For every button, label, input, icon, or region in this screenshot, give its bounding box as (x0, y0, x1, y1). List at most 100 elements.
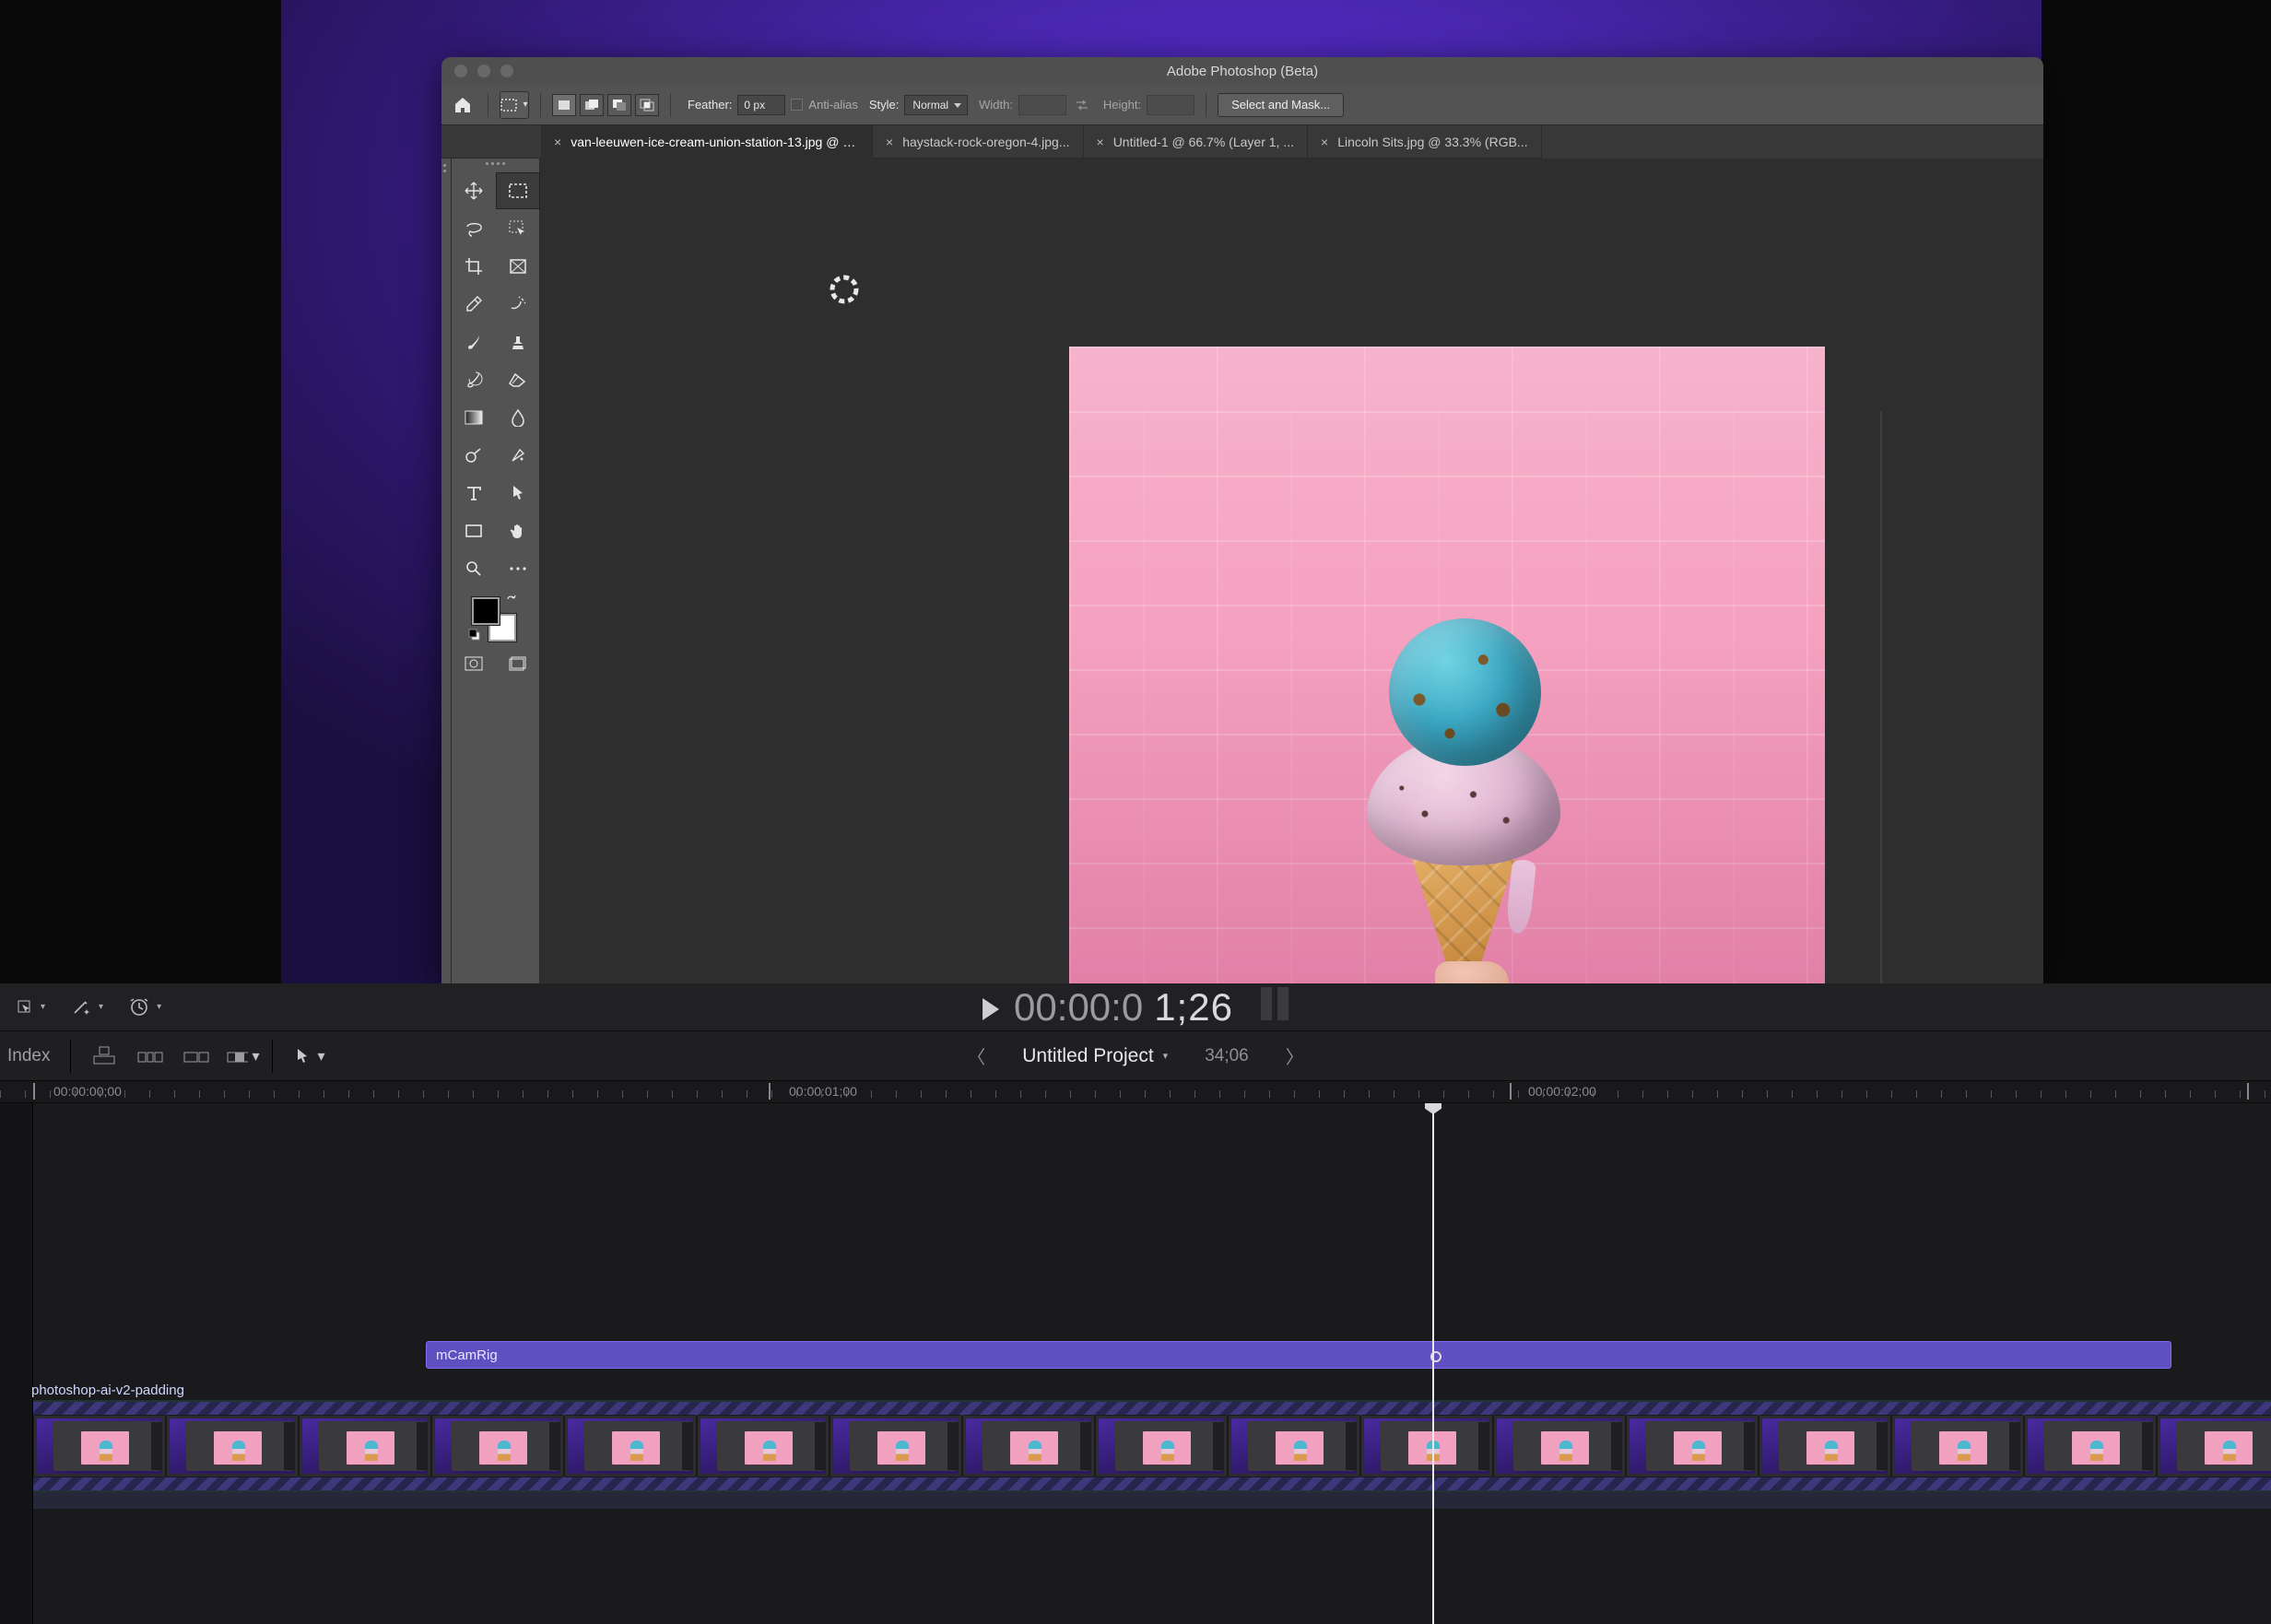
document-tab[interactable]: × van-leeuwen-ice-cream-union-station-13… (541, 125, 873, 159)
frame-tool[interactable] (496, 248, 540, 285)
style-value: Normal (912, 99, 948, 112)
selection-new-icon (558, 100, 571, 111)
move-tool[interactable] (452, 172, 496, 209)
window-zoom-icon[interactable] (500, 65, 513, 77)
close-tab-icon[interactable]: × (1321, 135, 1328, 149)
gradient-tool[interactable] (452, 399, 496, 436)
blur-tool[interactable] (496, 399, 540, 436)
dodge-icon (464, 446, 484, 465)
panel-rail[interactable] (441, 159, 452, 983)
height-input[interactable] (1147, 95, 1194, 115)
selection-add-button[interactable] (580, 94, 604, 116)
append-clip-button[interactable] (180, 1041, 213, 1071)
style-select[interactable]: Normal (904, 95, 968, 115)
swap-colors-icon[interactable] (505, 594, 520, 608)
rectangle-icon (465, 524, 483, 538)
insert-icon (136, 1047, 164, 1065)
selection-new-button[interactable] (552, 94, 576, 116)
clip-thumbnail (2157, 1415, 2271, 1477)
insert-clip-button[interactable] (134, 1041, 167, 1071)
prev-edit-button[interactable]: 〈 (967, 1042, 985, 1069)
timeline-ruler[interactable]: 00:00:00;0000:00:01;0000:00:02;00 (0, 1081, 2271, 1103)
rectangle-tool[interactable] (452, 512, 496, 549)
document-tab[interactable]: × Untitled-1 @ 66.7% (Layer 1, ... (1084, 125, 1309, 159)
play-button[interactable] (983, 998, 999, 1020)
close-tab-icon[interactable]: × (1097, 135, 1104, 149)
brush-tool[interactable] (452, 324, 496, 360)
project-name-button[interactable]: Untitled Project ▾ (1022, 1045, 1168, 1067)
window-minimize-icon[interactable] (477, 65, 490, 77)
tool-menu-2[interactable]: ▾ (64, 994, 111, 1020)
timeline-header: Index ▾ ▾ 〈 Untitled Project (0, 1031, 2271, 1081)
options-bar: ▾ Feathe (441, 85, 2043, 125)
quick-mask-button[interactable] (452, 650, 496, 677)
overwrite-clip-button[interactable]: ▾ (226, 1041, 259, 1071)
timeline-select-tool[interactable]: ▾ (295, 1047, 324, 1065)
timeline-clip-video[interactable] (33, 1400, 2271, 1492)
more-tools[interactable] (496, 550, 540, 587)
connect-clip-button[interactable] (88, 1041, 121, 1071)
loading-cursor-icon (826, 271, 863, 308)
selection-mode-group (552, 94, 659, 116)
select-and-mask-button[interactable]: Select and Mask... (1218, 93, 1344, 117)
next-edit-button[interactable]: 〉 (1286, 1042, 1304, 1069)
clip-thumbnail (1493, 1415, 1626, 1477)
tool-menu-1[interactable]: ▾ (9, 995, 53, 1019)
hand-tool[interactable] (496, 512, 540, 549)
timeline-playhead[interactable] (1432, 1103, 1434, 1624)
timeline-clip-mcamrig[interactable]: mCamRig (426, 1341, 2171, 1369)
screen-mode-button[interactable] (496, 650, 540, 677)
window-controls[interactable] (454, 65, 513, 77)
width-label: Width: (979, 98, 1013, 112)
path-selection-tool[interactable] (496, 475, 540, 512)
timecode-main: 1;26 (1154, 985, 1233, 1030)
crop-tool[interactable] (452, 248, 496, 285)
timeline-audio-placeholder[interactable] (33, 1492, 2271, 1509)
brush-icon (465, 333, 483, 351)
pen-tool[interactable] (496, 437, 540, 474)
clip-label: mCamRig (436, 1347, 498, 1363)
eyedropper-tool[interactable] (452, 286, 496, 323)
close-tab-icon[interactable]: × (886, 135, 893, 149)
clip-connect-buttons: ▾ (88, 1041, 259, 1071)
color-swatches (466, 594, 525, 643)
selection-intersect-button[interactable] (635, 94, 659, 116)
foreground-color-swatch[interactable] (472, 597, 500, 625)
lasso-icon (464, 219, 484, 238)
photoshop-titlebar[interactable]: Adobe Photoshop (Beta) (441, 57, 2043, 85)
object-selection-tool[interactable] (496, 210, 540, 247)
tool-menu-3[interactable]: ▾ (122, 994, 169, 1021)
antialias-checkbox[interactable]: Anti-alias (791, 98, 857, 112)
type-tool[interactable] (452, 475, 496, 512)
document-canvas[interactable] (1069, 347, 1825, 983)
panel-grip-icon[interactable] (477, 162, 514, 168)
canvas-area[interactable] (540, 159, 2043, 983)
zoom-tool[interactable] (452, 550, 496, 587)
window-close-icon[interactable] (454, 65, 467, 77)
chevron-down-icon: ▾ (99, 1002, 103, 1012)
feather-input[interactable] (737, 95, 785, 115)
dodge-tool[interactable] (452, 437, 496, 474)
zoom-icon (465, 559, 483, 578)
close-tab-icon[interactable]: × (554, 135, 561, 149)
lasso-tool[interactable] (452, 210, 496, 247)
current-tool-indicator[interactable]: ▾ (500, 91, 529, 119)
home-button[interactable] (449, 91, 477, 119)
clone-stamp-tool[interactable] (496, 324, 540, 360)
default-colors-icon[interactable] (468, 629, 481, 641)
width-input[interactable] (1018, 95, 1066, 115)
eraser-tool[interactable] (496, 361, 540, 398)
timeline-index-button[interactable]: Index (0, 1046, 70, 1066)
type-icon (465, 485, 482, 501)
remove-tool[interactable] (496, 286, 540, 323)
document-tab[interactable]: × haystack-rock-oregon-4.jpg... (873, 125, 1084, 159)
rectangular-marquee-tool[interactable] (496, 172, 540, 209)
selection-subtract-button[interactable] (607, 94, 631, 116)
swap-dimensions-button[interactable] (1072, 95, 1092, 115)
clip-thumbnail (830, 1415, 962, 1477)
history-brush-tool[interactable] (452, 361, 496, 398)
move-icon (464, 181, 484, 201)
clip-thumbnail (1228, 1415, 1360, 1477)
timeline-tracks[interactable]: mCamRig photoshop-ai-v2-padding (0, 1103, 2271, 1624)
document-tab[interactable]: × Lincoln Sits.jpg @ 33.3% (RGB... (1308, 125, 1542, 159)
